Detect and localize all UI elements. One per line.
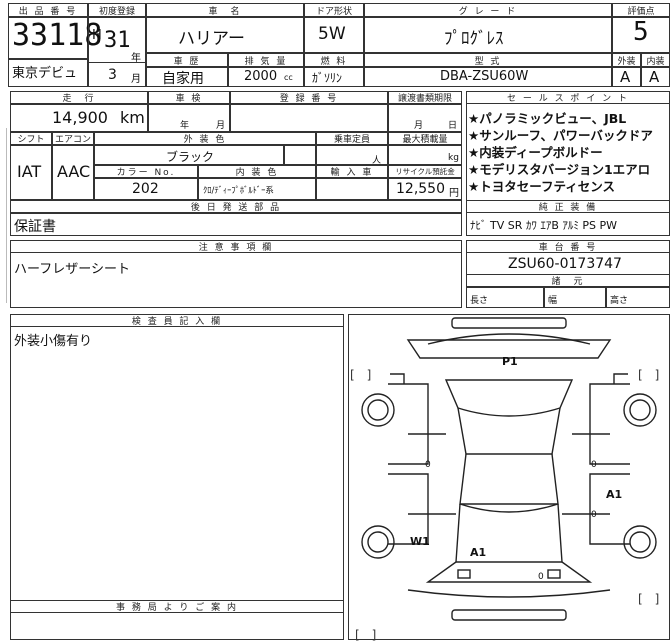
month-unit: 月 [131,74,141,85]
displacement-label: 排 気 量 [244,57,288,67]
inspector-label: 検 査 員 記 入 欄 [131,317,223,327]
front-bumper [451,317,567,329]
transfer-label: 譲渡書類期限 [397,94,452,104]
ac: AAC [57,162,91,181]
chassis-label: 車 台 番 号 [538,243,598,253]
inspection-label: 車 検 [175,94,203,104]
chassis-number: ZSU60-0173747 [508,256,622,272]
door: 5W [318,24,346,44]
recycle: 12,550 [396,181,445,197]
later-parts-cell [10,213,462,236]
grade-label: グ レ ー ド [458,7,518,17]
recycle-unit: 円 [449,188,459,199]
first-reg-label: 初度登録 [98,7,135,17]
history: 自家用 [162,71,204,87]
int: A [649,68,660,86]
width-label: 幅 [548,296,558,306]
zero-mark-2: 0 [591,460,597,470]
interior-label: 内 装 色 [235,168,279,178]
inspector-text: 外装小傷有り [14,334,93,349]
color-label: 外 装 色 [183,135,227,145]
displacement: 2000 [244,69,278,84]
front-left-wheel [361,393,395,427]
fuel: ｶﾞｿﾘﾝ [312,71,343,85]
notes-text: ハーフレザーシート [14,262,130,277]
month: 3 [108,67,117,83]
shift: IAT [17,162,42,181]
bracket-left-bottom: [ ] [355,628,377,642]
mileage-unit: km [120,108,145,127]
zero-mark-3: 0 [591,510,597,520]
mileage-label: 走 行 [62,94,96,104]
front-right-wheel [623,393,657,427]
transfer-month: 月 [414,121,424,131]
sales-points-label: セ ー ル ス ポ イ ン ト [506,94,630,104]
rear-right-wheel [623,525,657,559]
type: DBA-ZSU60W [440,69,529,84]
grade: ﾌﾟﾛｸﾞﾚｽ [444,29,504,49]
rear-bumper [451,609,567,621]
score: 5 [633,17,649,47]
transfer-day: 日 [448,121,458,131]
damage-mark-p1: P1 [502,355,518,368]
sales-point-5: ★トヨタセーフティセンス [468,179,615,194]
fuel-label: 燃 料 [320,57,348,67]
interior: ｸﾛ/ﾃﾞｨｰﾌﾟﾎﾞﾙﾄﾞｰ系 [203,186,274,196]
dims-label: 諸 元 [551,277,585,287]
model-label: 車 名 [208,7,242,17]
import-cell [316,178,388,200]
scroll-edge [0,128,7,303]
venue: 東京デビュ [12,66,78,81]
later-parts-label: 後 日 発 送 部 品 [190,203,282,213]
equipment: ﾅﾋﾞ TV SR ｶﾜ ｴｱB ｱﾙﾐ PS PW [470,219,618,232]
later-parts: 保証書 [14,219,56,235]
color-extra-cell [284,145,316,165]
load-unit: kg [448,153,459,163]
type-label: 型 式 [474,57,502,67]
shift-label: シフト [17,135,45,145]
insp-year-unit: 年 [180,121,190,131]
color: ブラック [166,150,215,164]
import-label: 輸 入 車 [330,168,374,178]
notes-label: 注 意 事 項 欄 [198,243,274,253]
int-label: 内装 [646,57,665,67]
history-label: 車 歴 [173,57,201,67]
load-label: 最大積載量 [402,135,448,145]
score-label: 評価点 [627,7,655,17]
color-no: 202 [132,181,159,197]
bracket-right-bottom: [ ] [638,592,660,606]
era: H [92,28,102,43]
bracket-left-top: [ ] [350,368,372,382]
zero-mark-4: 0 [538,572,544,582]
reg-no-label: 登 録 番 号 [279,94,339,104]
length-label: 長さ [470,296,489,306]
office-label: 事 務 局 よ り ご 案 内 [115,603,239,613]
damage-mark-w1: W1 [410,535,430,548]
model: ハリアー [178,29,245,49]
damage-mark-a1-right: A1 [606,488,623,501]
inspector-block [10,314,344,640]
door-label: ドア形状 [315,7,352,17]
height-label: 高さ [610,296,629,306]
equipment-label: 純 正 装 備 [538,203,598,213]
ext: A [620,68,631,86]
rear-outline [425,561,593,583]
damage-mark-a1-bottom: A1 [470,546,487,559]
body-center [444,379,574,417]
color-no-label: カラー No. [116,168,176,178]
bracket-right-top: [ ] [638,368,660,382]
insp-month-unit: 月 [216,121,226,131]
lot-label: 出 品 番 号 [18,7,78,17]
recycle-label: リサイクル預託金 [395,167,455,176]
capacity-label: 乗車定員 [333,135,370,145]
year: 31 [104,28,131,53]
zero-mark-1: 0 [425,460,431,470]
rear-left-wheel [361,525,395,559]
ext-label: 外装 [617,57,636,67]
ac-label: エアコン [54,135,91,145]
reg-no-cell [230,104,388,132]
mileage: 14,900 [52,108,108,127]
displacement-unit: cc [284,73,293,82]
first-reg-divider [88,62,146,63]
